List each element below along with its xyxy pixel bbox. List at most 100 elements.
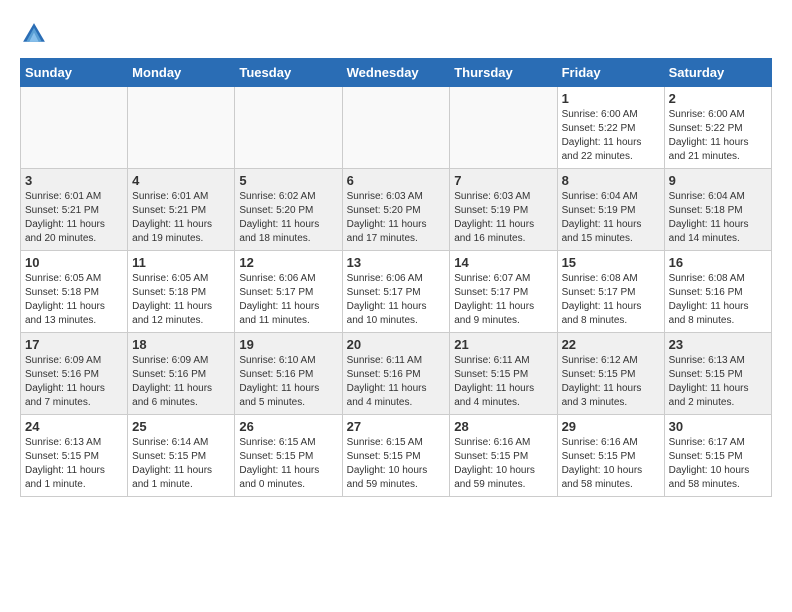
- calendar-cell: 1 Sunrise: 6:00 AM Sunset: 5:22 PM Daylig…: [557, 87, 664, 169]
- day-number: 30: [669, 419, 767, 434]
- calendar-cell: 24Sunrise: 6:13 AM Sunset: 5:15 PM Dayli…: [21, 415, 128, 497]
- day-info: Sunrise: 6:07 AM Sunset: 5:17 PM Dayligh…: [454, 272, 552, 328]
- calendar-cell: 26 Sunrise: 6:15 AM Sunset: 5:15 PM Dayli…: [235, 415, 342, 497]
- day-info: Sunrise: 6:16 AM Sunset: 5:15 PM Dayligh…: [562, 436, 660, 492]
- calendar-cell: 15 Sunrise: 6:08 AM Sunset: 5:17 PM Dayli…: [557, 251, 664, 333]
- calendar-cell: [235, 87, 342, 169]
- calendar-cell: 13 Sunrise: 6:06 AM Sunset: 5:17 PM Dayli…: [342, 251, 450, 333]
- calendar-cell: [21, 87, 128, 169]
- day-info: Sunrise: 6:17 AM Sunset: 5:15 PM Dayligh…: [669, 436, 767, 492]
- calendar-cell: 4 Sunrise: 6:01 AM Sunset: 5:21 PM Daylig…: [128, 169, 235, 251]
- day-number: 3: [25, 173, 123, 188]
- day-info: Sunrise: 6:01 AM Sunset: 5:21 PM Dayligh…: [25, 190, 123, 246]
- logo: [20, 20, 52, 48]
- day-info: Sunrise: 6:09 AM Sunset: 5:16 PM Dayligh…: [132, 354, 230, 410]
- calendar-cell: 21 Sunrise: 6:11 AM Sunset: 5:15 PM Dayli…: [450, 333, 557, 415]
- calendar-cell: 29 Sunrise: 6:16 AM Sunset: 5:15 PM Dayli…: [557, 415, 664, 497]
- day-number: 7: [454, 173, 552, 188]
- page-header: [20, 20, 772, 48]
- day-info: Sunrise: 6:14 AM Sunset: 5:15 PM Dayligh…: [132, 436, 230, 492]
- weekday-header-tuesday: Tuesday: [235, 59, 342, 87]
- day-number: 22: [562, 337, 660, 352]
- calendar-cell: 18 Sunrise: 6:09 AM Sunset: 5:16 PM Dayli…: [128, 333, 235, 415]
- day-info: Sunrise: 6:15 AM Sunset: 5:15 PM Dayligh…: [347, 436, 446, 492]
- day-info: Sunrise: 6:06 AM Sunset: 5:17 PM Dayligh…: [239, 272, 337, 328]
- calendar-cell: 22 Sunrise: 6:12 AM Sunset: 5:15 PM Dayli…: [557, 333, 664, 415]
- day-number: 15: [562, 255, 660, 270]
- calendar-cell: 3 Sunrise: 6:01 AM Sunset: 5:21 PM Daylig…: [21, 169, 128, 251]
- day-info: Sunrise: 6:02 AM Sunset: 5:20 PM Dayligh…: [239, 190, 337, 246]
- day-number: 20: [347, 337, 446, 352]
- calendar-cell: 7Sunrise: 6:03 AM Sunset: 5:19 PM Daylig…: [450, 169, 557, 251]
- calendar-week-row: 1 Sunrise: 6:00 AM Sunset: 5:22 PM Daylig…: [21, 87, 772, 169]
- day-number: 29: [562, 419, 660, 434]
- calendar-cell: 8 Sunrise: 6:04 AM Sunset: 5:19 PM Daylig…: [557, 169, 664, 251]
- calendar-week-row: 3 Sunrise: 6:01 AM Sunset: 5:21 PM Daylig…: [21, 169, 772, 251]
- calendar-cell: 25 Sunrise: 6:14 AM Sunset: 5:15 PM Dayli…: [128, 415, 235, 497]
- day-number: 4: [132, 173, 230, 188]
- day-number: 28: [454, 419, 552, 434]
- day-number: 2: [669, 91, 767, 106]
- day-info: Sunrise: 6:05 AM Sunset: 5:18 PM Dayligh…: [25, 272, 123, 328]
- weekday-header-friday: Friday: [557, 59, 664, 87]
- day-number: 11: [132, 255, 230, 270]
- day-info: Sunrise: 6:00 AM Sunset: 5:22 PM Dayligh…: [669, 108, 767, 164]
- day-info: Sunrise: 6:11 AM Sunset: 5:15 PM Dayligh…: [454, 354, 552, 410]
- calendar-cell: 17Sunrise: 6:09 AM Sunset: 5:16 PM Dayli…: [21, 333, 128, 415]
- day-number: 10: [25, 255, 123, 270]
- day-number: 13: [347, 255, 446, 270]
- day-info: Sunrise: 6:00 AM Sunset: 5:22 PM Dayligh…: [562, 108, 660, 164]
- calendar-week-row: 17Sunrise: 6:09 AM Sunset: 5:16 PM Dayli…: [21, 333, 772, 415]
- day-number: 21: [454, 337, 552, 352]
- calendar-cell: 23 Sunrise: 6:13 AM Sunset: 5:15 PM Dayli…: [664, 333, 771, 415]
- day-info: Sunrise: 6:01 AM Sunset: 5:21 PM Dayligh…: [132, 190, 230, 246]
- calendar-cell: 28 Sunrise: 6:16 AM Sunset: 5:15 PM Dayli…: [450, 415, 557, 497]
- day-number: 14: [454, 255, 552, 270]
- day-info: Sunrise: 6:16 AM Sunset: 5:15 PM Dayligh…: [454, 436, 552, 492]
- day-number: 23: [669, 337, 767, 352]
- day-number: 27: [347, 419, 446, 434]
- day-info: Sunrise: 6:11 AM Sunset: 5:16 PM Dayligh…: [347, 354, 446, 410]
- day-number: 26: [239, 419, 337, 434]
- day-number: 5: [239, 173, 337, 188]
- calendar-cell: 27 Sunrise: 6:15 AM Sunset: 5:15 PM Dayli…: [342, 415, 450, 497]
- calendar-cell: 14 Sunrise: 6:07 AM Sunset: 5:17 PM Dayli…: [450, 251, 557, 333]
- calendar-cell: 30 Sunrise: 6:17 AM Sunset: 5:15 PM Dayli…: [664, 415, 771, 497]
- day-number: 19: [239, 337, 337, 352]
- day-info: Sunrise: 6:08 AM Sunset: 5:17 PM Dayligh…: [562, 272, 660, 328]
- calendar-cell: [128, 87, 235, 169]
- day-info: Sunrise: 6:12 AM Sunset: 5:15 PM Dayligh…: [562, 354, 660, 410]
- calendar-cell: 6 Sunrise: 6:03 AM Sunset: 5:20 PM Daylig…: [342, 169, 450, 251]
- logo-icon: [20, 20, 48, 48]
- day-info: Sunrise: 6:04 AM Sunset: 5:19 PM Dayligh…: [562, 190, 660, 246]
- calendar-cell: [342, 87, 450, 169]
- calendar-week-row: 24Sunrise: 6:13 AM Sunset: 5:15 PM Dayli…: [21, 415, 772, 497]
- weekday-header-thursday: Thursday: [450, 59, 557, 87]
- day-info: Sunrise: 6:09 AM Sunset: 5:16 PM Dayligh…: [25, 354, 123, 410]
- day-number: 9: [669, 173, 767, 188]
- calendar-cell: 19Sunrise: 6:10 AM Sunset: 5:16 PM Dayli…: [235, 333, 342, 415]
- day-number: 8: [562, 173, 660, 188]
- day-number: 12: [239, 255, 337, 270]
- weekday-header-wednesday: Wednesday: [342, 59, 450, 87]
- day-info: Sunrise: 6:13 AM Sunset: 5:15 PM Dayligh…: [669, 354, 767, 410]
- calendar-week-row: 10 Sunrise: 6:05 AM Sunset: 5:18 PM Dayli…: [21, 251, 772, 333]
- day-info: Sunrise: 6:06 AM Sunset: 5:17 PM Dayligh…: [347, 272, 446, 328]
- day-number: 25: [132, 419, 230, 434]
- day-number: 1: [562, 91, 660, 106]
- calendar-cell: 5 Sunrise: 6:02 AM Sunset: 5:20 PM Daylig…: [235, 169, 342, 251]
- day-number: 16: [669, 255, 767, 270]
- day-info: Sunrise: 6:03 AM Sunset: 5:20 PM Dayligh…: [347, 190, 446, 246]
- weekday-header-sunday: Sunday: [21, 59, 128, 87]
- day-info: Sunrise: 6:04 AM Sunset: 5:18 PM Dayligh…: [669, 190, 767, 246]
- calendar-cell: 11 Sunrise: 6:05 AM Sunset: 5:18 PM Dayli…: [128, 251, 235, 333]
- day-info: Sunrise: 6:15 AM Sunset: 5:15 PM Dayligh…: [239, 436, 337, 492]
- calendar-cell: 12 Sunrise: 6:06 AM Sunset: 5:17 PM Dayli…: [235, 251, 342, 333]
- calendar-cell: 10 Sunrise: 6:05 AM Sunset: 5:18 PM Dayli…: [21, 251, 128, 333]
- calendar-cell: 16Sunrise: 6:08 AM Sunset: 5:16 PM Dayli…: [664, 251, 771, 333]
- calendar-cell: 9 Sunrise: 6:04 AM Sunset: 5:18 PM Daylig…: [664, 169, 771, 251]
- day-number: 18: [132, 337, 230, 352]
- day-info: Sunrise: 6:05 AM Sunset: 5:18 PM Dayligh…: [132, 272, 230, 328]
- day-number: 6: [347, 173, 446, 188]
- day-info: Sunrise: 6:13 AM Sunset: 5:15 PM Dayligh…: [25, 436, 123, 492]
